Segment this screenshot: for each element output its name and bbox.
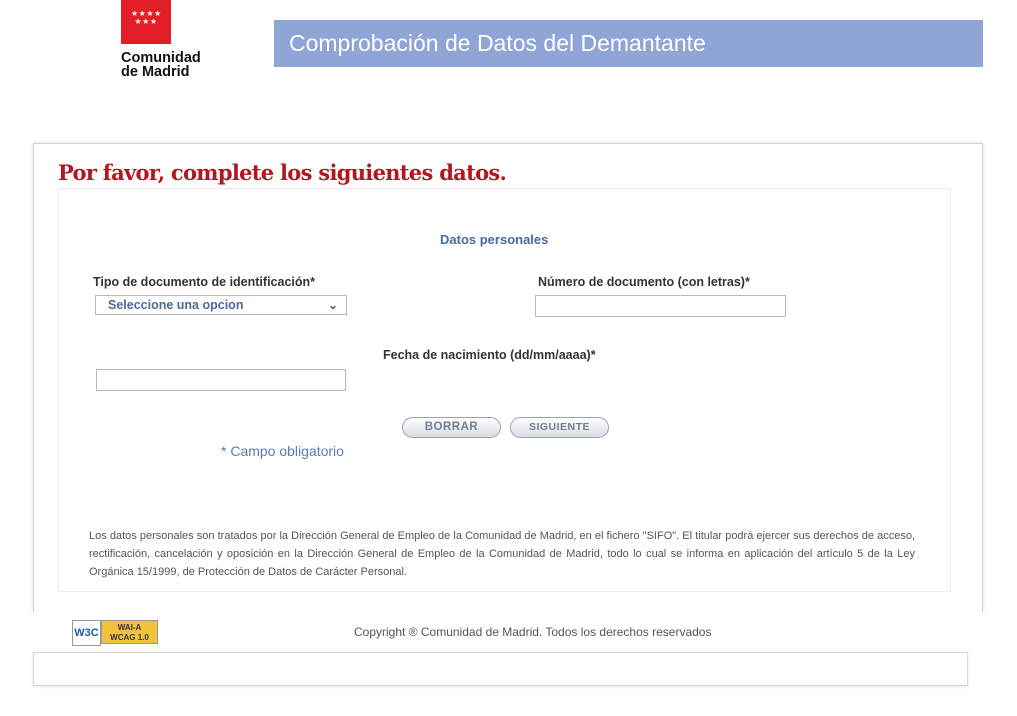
wai-a-badge: WAI-A WCAG 1.0 <box>101 620 158 644</box>
legal-notice: Los datos personales son tratados por la… <box>89 530 915 578</box>
madrid-logo-text: Comunidad de Madrid <box>121 50 201 80</box>
logo-line-2: de Madrid <box>121 64 190 80</box>
next-button[interactable]: SIGUIENTE <box>510 417 609 438</box>
accessibility-badge[interactable]: W3C WAI-A WCAG 1.0 <box>72 620 158 646</box>
section-title-personal-data: Datos personales <box>440 232 549 247</box>
wai-badge-line-2: WCAG 1.0 <box>110 633 149 642</box>
birth-date-input[interactable] <box>96 369 346 391</box>
doc-type-select[interactable]: Seleccione una opcion ⌄ <box>95 295 347 315</box>
logo-line-1: Comunidad <box>121 50 201 66</box>
wai-badge-line-1: WAI-A <box>117 623 142 632</box>
required-field-note: * Campo obligatorio <box>221 443 344 459</box>
w3c-logo: W3C <box>72 620 101 646</box>
bottom-panel <box>33 652 968 686</box>
birth-date-label: Fecha de nacimiento (dd/mm/aaaa)* <box>383 348 596 362</box>
form-heading: Por favor, complete los siguientes datos… <box>58 160 515 185</box>
doc-type-selected-value: Seleccione una opcion <box>108 298 244 312</box>
madrid-logo-flag: ★★★★ ★★★ <box>121 0 171 44</box>
stars-icon: ★★★★ ★★★ <box>131 9 162 26</box>
doc-number-label: Número de documento (con letras)* <box>538 275 750 289</box>
clear-button[interactable]: BORRAR <box>402 417 501 438</box>
doc-type-label: Tipo de documento de identificación* <box>93 275 316 289</box>
chevron-down-icon: ⌄ <box>327 298 338 312</box>
copyright-text: Copyright ® Comunidad de Madrid. Todos l… <box>354 625 712 639</box>
doc-number-input[interactable] <box>535 295 786 317</box>
page-banner-title: Comprobación de Datos del Demantante <box>274 20 983 67</box>
